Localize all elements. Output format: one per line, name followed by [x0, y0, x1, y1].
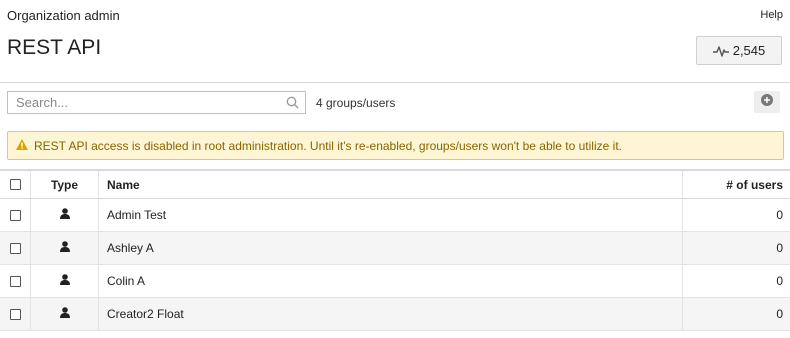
name-cell[interactable]: Admin Test	[99, 199, 683, 231]
table-row[interactable]: Ashley A 0	[0, 232, 790, 265]
activity-pulse-icon	[712, 45, 729, 57]
groups-users-table: Type Name # of users Admin Test 0 Ashley…	[0, 169, 790, 331]
row-select-cell	[0, 298, 31, 330]
num-users-cell: 0	[776, 274, 783, 288]
user-icon	[59, 208, 70, 222]
num-users-cell: 0	[776, 241, 783, 255]
row-checkbox[interactable]	[9, 242, 21, 254]
activity-count-label: 2,545	[732, 43, 766, 58]
search-icon[interactable]	[286, 96, 299, 114]
name-cell[interactable]: Colin A	[99, 265, 683, 297]
column-header-name[interactable]: Name	[99, 171, 683, 198]
row-select-cell	[0, 265, 31, 297]
column-header-num-users[interactable]: # of users	[683, 171, 790, 198]
help-link[interactable]: Help	[760, 9, 783, 21]
num-users-cell: 0	[776, 307, 783, 321]
search-field[interactable]	[7, 91, 306, 114]
warning-banner: REST API access is disabled in root admi…	[7, 131, 784, 160]
table-row[interactable]: Creator2 Float 0	[0, 298, 790, 331]
num-users-cell: 0	[776, 208, 783, 222]
user-icon	[59, 274, 70, 288]
table-header-row: Type Name # of users	[0, 169, 790, 199]
page-title: REST API	[7, 36, 102, 59]
type-cell	[31, 232, 99, 264]
row-select-cell	[0, 199, 31, 231]
row-checkbox[interactable]	[9, 308, 21, 320]
type-cell	[31, 199, 99, 231]
table-row[interactable]: Colin A 0	[0, 265, 790, 298]
select-all-checkbox[interactable]	[9, 179, 21, 190]
type-cell	[31, 265, 99, 297]
user-icon	[59, 307, 70, 321]
breadcrumb: Organization admin	[7, 8, 120, 23]
warning-message: REST API access is disabled in root admi…	[34, 138, 622, 153]
select-all-cell	[0, 171, 31, 198]
user-icon	[59, 241, 70, 255]
search-input[interactable]	[8, 92, 286, 113]
name-cell[interactable]: Creator2 Float	[99, 298, 683, 330]
row-select-cell	[0, 232, 31, 264]
plus-circle-icon	[761, 93, 773, 111]
add-group-user-button[interactable]	[754, 91, 780, 113]
column-header-type[interactable]: Type	[31, 171, 99, 198]
table-row[interactable]: Admin Test 0	[0, 199, 790, 232]
row-checkbox[interactable]	[9, 275, 21, 287]
name-cell[interactable]: Ashley A	[99, 232, 683, 264]
activity-count-button[interactable]: 2,545	[696, 36, 782, 65]
row-checkbox[interactable]	[9, 209, 21, 221]
type-cell	[31, 298, 99, 330]
warning-icon	[16, 138, 28, 153]
header-divider	[0, 82, 790, 83]
groups-users-count: 4 groups/users	[316, 96, 396, 110]
